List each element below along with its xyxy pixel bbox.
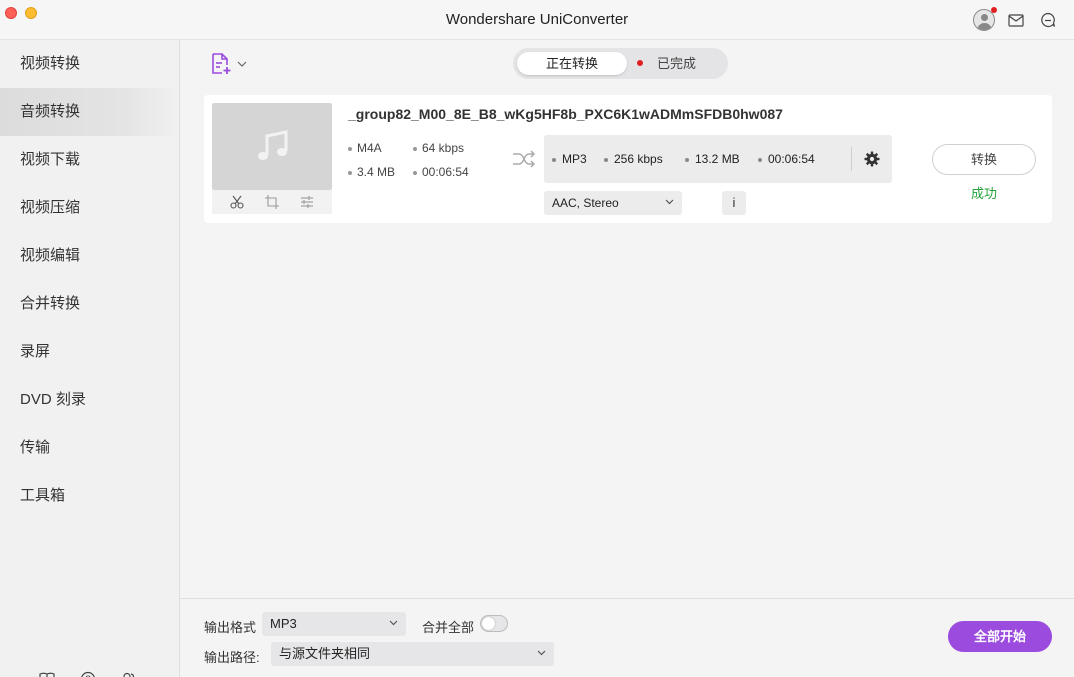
toggle-knob bbox=[482, 617, 495, 630]
trim-scissors-icon[interactable] bbox=[230, 195, 244, 209]
crop-icon[interactable] bbox=[264, 195, 279, 209]
merge-all-label: 合并全部 bbox=[422, 620, 475, 635]
convert-arrow-icon bbox=[513, 150, 536, 168]
book-icon bbox=[39, 672, 55, 677]
output-path-select[interactable]: 与源文件夹相同 bbox=[271, 642, 554, 666]
title-bar: Wondershare UniConverter bbox=[0, 0, 1074, 40]
mail-button[interactable] bbox=[1004, 8, 1028, 32]
output-format: MP3 bbox=[552, 152, 587, 166]
chevron-down-icon bbox=[389, 620, 398, 626]
sidebar-item-merge[interactable]: 合并转换 bbox=[0, 280, 179, 328]
output-format-label: 输出格式 bbox=[204, 620, 257, 635]
users-icon bbox=[122, 672, 134, 677]
footer-bar: 输出格式 MP3 合并全部 输出路径: 与源文件夹相同 全部开始 bbox=[180, 598, 1074, 677]
tab-finished[interactable]: 已完成 bbox=[657, 48, 696, 79]
output-duration: 00:06:54 bbox=[758, 152, 815, 166]
output-path-value: 与源文件夹相同 bbox=[279, 646, 371, 661]
output-format-value: MP3 bbox=[270, 616, 297, 631]
chevron-down-icon bbox=[537, 650, 546, 656]
feedback-button[interactable] bbox=[1036, 8, 1060, 32]
audio-thumbnail bbox=[212, 103, 332, 190]
status-text: 成功 bbox=[970, 186, 997, 201]
music-note-icon bbox=[258, 129, 288, 160]
sidebar-item-video-compress[interactable]: 视频压缩 bbox=[0, 184, 179, 232]
finished-badge bbox=[637, 60, 643, 66]
help-button[interactable]: ? bbox=[79, 670, 97, 677]
sidebar-item-video-download[interactable]: 视频下载 bbox=[0, 136, 179, 184]
convert-button[interactable]: 转换 bbox=[932, 144, 1036, 175]
add-file-icon bbox=[212, 53, 231, 74]
task-card: _group82_M00_8E_B8_wKg5HF8b_PXC6K1wADMmS… bbox=[204, 95, 1052, 223]
sidebar-item-video-edit[interactable]: 视频编辑 bbox=[0, 232, 179, 280]
sidebar-item-dvd-burn[interactable]: DVD 刻录 bbox=[0, 376, 179, 424]
sidebar-item-video-convert[interactable]: 视频转换 bbox=[0, 40, 179, 88]
tab-converting[interactable]: 正在转换 bbox=[517, 52, 627, 75]
audio-track-value: AAC, Stereo bbox=[552, 196, 619, 210]
community-button[interactable] bbox=[119, 670, 137, 677]
sidebar-item-screen-record[interactable]: 录屏 bbox=[0, 328, 179, 376]
status-tabs: 正在转换 已完成 bbox=[513, 48, 728, 79]
chevron-down-icon bbox=[665, 199, 674, 205]
effects-sliders-icon[interactable] bbox=[300, 195, 314, 209]
start-all-button[interactable]: 全部开始 bbox=[948, 621, 1052, 652]
sidebar-item-transfer[interactable]: 传输 bbox=[0, 424, 179, 472]
output-format-select[interactable]: MP3 bbox=[262, 612, 406, 636]
output-settings[interactable]: MP3 256 kbps 13.2 MB 00:06:54 bbox=[544, 135, 892, 183]
sidebar-item-toolbox[interactable]: 工具箱 bbox=[0, 472, 179, 520]
main-panel: 正在转换 已完成 _group82_M00_8E_B8_wKg5HF8b_PXC… bbox=[180, 40, 1074, 677]
add-file-button[interactable] bbox=[210, 52, 250, 76]
app-title: Wondershare UniConverter bbox=[445, 11, 629, 28]
output-size: 13.2 MB bbox=[685, 152, 740, 166]
gear-icon[interactable] bbox=[864, 151, 880, 167]
source-bitrate: 64 kbps bbox=[413, 141, 464, 155]
source-size: 3.4 MB bbox=[348, 165, 395, 179]
merge-all-toggle[interactable] bbox=[480, 615, 508, 632]
mail-icon bbox=[1008, 13, 1024, 27]
chevron-down-icon[interactable] bbox=[237, 61, 247, 67]
chat-icon bbox=[1041, 12, 1056, 28]
help-icon: ? bbox=[81, 671, 95, 677]
audio-track-select[interactable]: AAC, Stereo bbox=[544, 191, 682, 215]
sidebar-item-audio-convert[interactable]: 音频转换 bbox=[0, 88, 179, 136]
file-name: _group82_M00_8E_B8_wKg5HF8b_PXC6K1wADMmS… bbox=[348, 106, 783, 122]
source-format: M4A bbox=[348, 141, 382, 155]
guide-button[interactable] bbox=[38, 670, 56, 677]
thumbnail-toolbar bbox=[212, 190, 332, 214]
divider bbox=[851, 147, 852, 171]
output-path-label: 输出路径: bbox=[204, 650, 260, 665]
toolbar: 正在转换 已完成 bbox=[180, 40, 1074, 87]
source-duration: 00:06:54 bbox=[413, 165, 469, 179]
notification-badge bbox=[991, 7, 997, 13]
info-button[interactable]: i bbox=[722, 191, 746, 215]
account-button[interactable] bbox=[972, 7, 997, 32]
output-bitrate: 256 kbps bbox=[604, 152, 663, 166]
sidebar: 视频转换 音频转换 视频下载 视频压缩 视频编辑 合并转换 录屏 DVD 刻录 … bbox=[0, 40, 180, 677]
